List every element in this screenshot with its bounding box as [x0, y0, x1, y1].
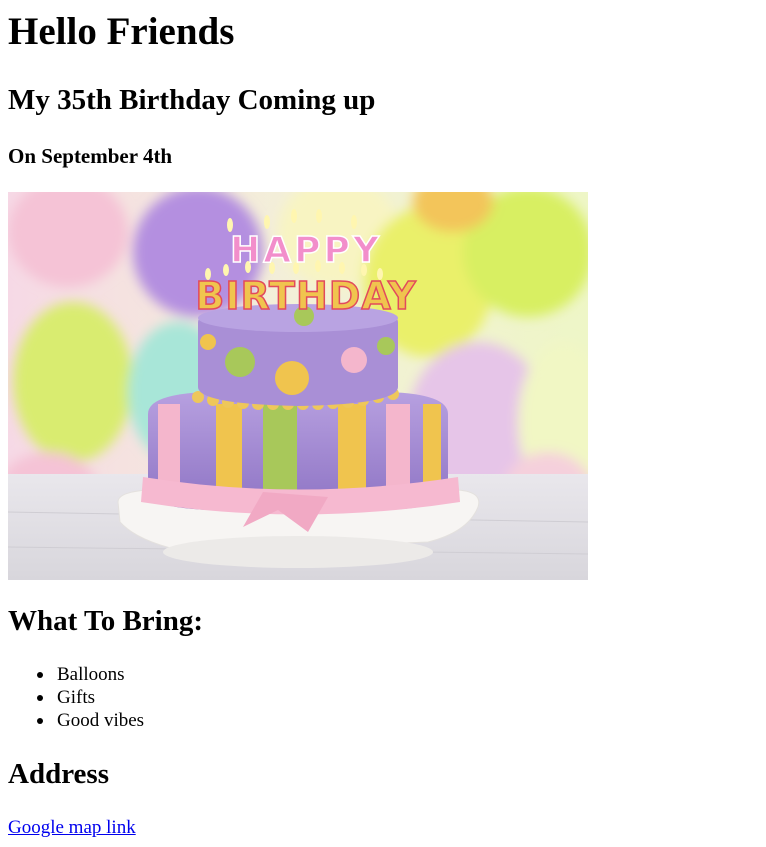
- date-line: On September 4th: [8, 144, 173, 168]
- bullet-icon: [37, 672, 43, 678]
- list-item-label: Good vibes: [57, 710, 145, 731]
- list-item-label: Balloons: [57, 664, 125, 685]
- list-item: Gifts: [37, 686, 144, 709]
- candle-text-birthday: BIRTHDAY: [195, 274, 416, 318]
- list-item-label: Gifts: [57, 687, 95, 708]
- page-heading: Hello Friends: [8, 10, 235, 53]
- bullet-icon: [37, 695, 43, 701]
- address-section-title: Address: [8, 758, 109, 790]
- birthday-cake-image: HAPPY BIRTHDAY: [8, 192, 588, 580]
- candle-text-happy: HAPPY: [230, 230, 382, 271]
- bring-section-title: What To Bring:: [8, 605, 203, 637]
- page-subheading: My 35th Birthday Coming up: [8, 84, 376, 116]
- google-map-link[interactable]: Google map link: [8, 816, 136, 839]
- bring-list: Balloons Gifts Good vibes: [37, 663, 145, 732]
- list-item: Balloons: [37, 663, 144, 686]
- page: Hello Friends My 35th Birthday Coming up…: [0, 0, 766, 847]
- list-item: Good vibes: [37, 709, 145, 732]
- bullet-icon: [37, 718, 43, 724]
- cake-top-tier: [198, 304, 398, 406]
